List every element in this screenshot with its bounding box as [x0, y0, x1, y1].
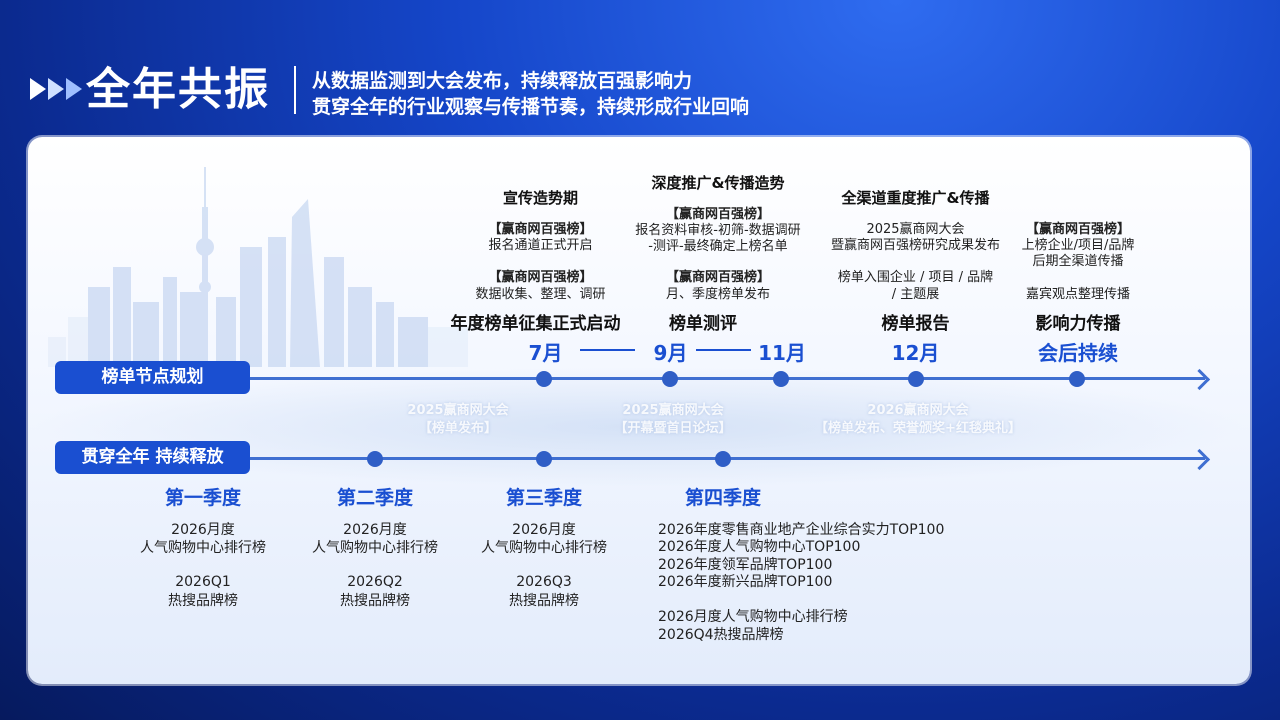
timeline-dot: [536, 451, 552, 467]
timeline-panel: 宣传造势期 【赢商网百强榜】 报名通道正式开启 【赢商网百强榜】 数据收集、整理…: [28, 137, 1250, 684]
quarter-text: 2026Q3: [516, 574, 572, 590]
block-text: 数据收集、整理、调研: [475, 287, 606, 302]
header: 全年共振 从数据监测到大会发布，持续释放百强影响力 贯穿全年的行业观察与传播节奏…: [0, 0, 1280, 130]
month-label: 9月: [653, 341, 688, 365]
quarter-text: 人气购物中心排行榜: [481, 540, 607, 556]
quarter-title: 第三季度: [505, 487, 582, 509]
milestone-title: 榜单报告: [881, 314, 950, 334]
quarter-title: 第一季度: [164, 487, 241, 509]
phase-title: 宣传造势期: [502, 189, 578, 207]
block-text: 嘉宾观点整理传播: [1025, 287, 1130, 302]
quarter-text: 2026月度: [171, 522, 235, 538]
quarter-text: 2026月度人气购物中心排行榜: [658, 609, 848, 625]
month-label: 会后持续: [1038, 341, 1118, 365]
quarter-text: 热搜品牌榜: [509, 593, 579, 609]
quarter-text: 2026Q4热搜品牌榜: [658, 627, 784, 643]
block-tag: 【赢商网百强榜】: [1025, 222, 1130, 237]
timeline-dot: [1069, 371, 1085, 387]
block-tag: 【赢商网百强榜】: [488, 222, 593, 237]
quarter-text: 2026年度新兴品牌TOP100: [658, 574, 833, 590]
timeline-dot: [773, 371, 789, 387]
block-text: 报名通道正式开启: [488, 238, 593, 253]
quarter-text: 人气购物中心排行榜: [140, 540, 266, 556]
milestone-title: 榜单测评: [669, 314, 737, 334]
quarter-text: 2026Q2: [347, 574, 403, 590]
quarter-text: 2026月度: [343, 522, 407, 538]
title-divider: [294, 66, 296, 114]
milestone-title: 年度榜单征集正式启动: [450, 314, 621, 334]
timeline-dot: [715, 451, 731, 467]
block-text: 暨赢商网百强榜研究成果发布: [830, 238, 1000, 253]
timeline-line: [250, 377, 1205, 380]
quarter-text: 2026月度: [512, 522, 576, 538]
ghost-label: 2026赢商网大会: [867, 403, 969, 418]
ghost-label: 【榜单发布、荣誉颁奖+红毯典礼】: [815, 421, 1021, 436]
phase-title: 全渠道重度推广&传播: [841, 189, 990, 207]
timeline-dot: [367, 451, 383, 467]
block-tag: 【赢商网百强榜】: [488, 270, 593, 285]
phase-title: 深度推广&传播造势: [651, 174, 785, 192]
month-label: 11月: [758, 341, 806, 365]
month-label: 12月: [891, 341, 940, 365]
quarter-text: 热搜品牌榜: [340, 593, 410, 609]
month-connector: [580, 349, 635, 351]
quarter-text: 2026年度人气购物中心TOP100: [658, 539, 861, 555]
block-text: 后期全渠道传播: [1032, 254, 1124, 269]
block-text: 上榜企业/项目/品牌: [1021, 238, 1135, 253]
timeline-label-node-plan: 榜单节点规划: [55, 361, 250, 394]
ghost-label: 【开幕暨首日论坛】: [614, 421, 732, 436]
quarter-title: 第四季度: [684, 487, 761, 509]
subtitle-line-1: 从数据监测到大会发布，持续释放百强影响力: [312, 70, 693, 92]
block-tag: 【赢商网百强榜】: [665, 207, 770, 222]
block-text: / 主题展: [891, 287, 940, 302]
quarter-text: 2026年度零售商业地产企业综合实力TOP100: [658, 522, 945, 538]
milestone-title: 影响力传播: [1035, 314, 1121, 334]
page-title: 全年共振: [86, 64, 270, 115]
quarter-title: 第二季度: [336, 487, 413, 509]
block-text: 报名资料审核-初筛-数据调研: [635, 223, 801, 238]
block-text: 榜单入围企业 / 项目 / 品牌: [837, 270, 994, 285]
month-label: 7月: [528, 341, 563, 365]
triple-arrow-icon: [30, 78, 84, 100]
block-text: 2025赢商网大会: [866, 222, 965, 237]
block-text: -测评-最终确定上榜名单: [648, 239, 788, 254]
timeline-dot: [536, 371, 552, 387]
quarter-text: 2026年度领军品牌TOP100: [658, 557, 833, 573]
timeline-dot: [908, 371, 924, 387]
timeline-dot: [662, 371, 678, 387]
ghost-label: 【榜单发布】: [418, 421, 497, 436]
ghost-label: 2025赢商网大会: [407, 403, 509, 418]
quarter-text: 热搜品牌榜: [168, 593, 238, 609]
block-text: 月、季度榜单发布: [665, 287, 770, 302]
timeline-label-year-round: 贯穿全年 持续释放: [55, 441, 250, 474]
quarter-text: 2026Q1: [175, 574, 231, 590]
month-connector: [696, 349, 751, 351]
quarter-text: 人气购物中心排行榜: [312, 540, 438, 556]
subtitle-line-2: 贯穿全年的行业观察与传播节奏，持续形成行业回响: [312, 96, 750, 118]
block-tag: 【赢商网百强榜】: [665, 270, 770, 285]
ghost-label: 2025赢商网大会: [622, 403, 724, 418]
